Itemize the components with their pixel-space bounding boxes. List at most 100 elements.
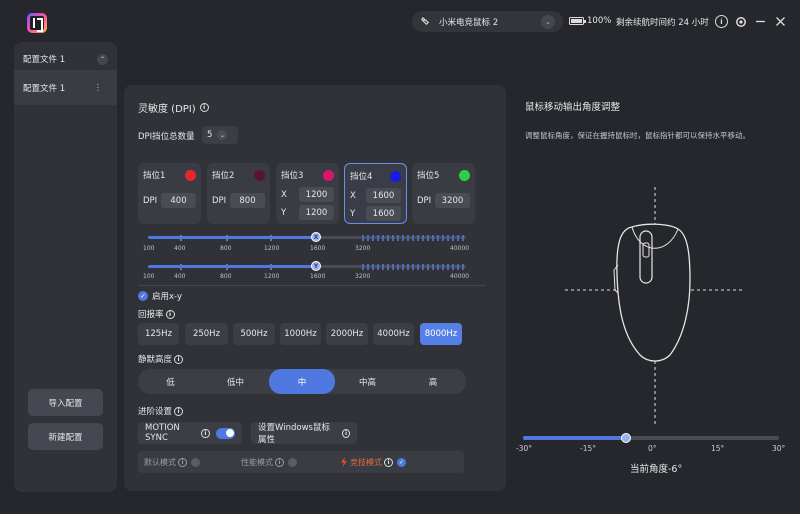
slider-tick (377, 263, 379, 270)
slider-tick (397, 234, 399, 241)
dpi-x-input[interactable]: 1600 (366, 188, 401, 203)
dpi-title-text: 灵敏度 (DPI) (138, 104, 196, 115)
dpi-y-input[interactable]: 1600 (366, 206, 401, 221)
y-tick-label: 400 (174, 273, 186, 280)
slider-tick (427, 263, 429, 270)
more-options-icon[interactable]: ⋮ (94, 83, 103, 93)
sidebar-item-profile-1[interactable]: 配置文件 1 ⋮ (14, 70, 117, 105)
rate-option-125[interactable]: 125Hz (138, 323, 179, 345)
new-profile-button[interactable]: 新建配置 (28, 423, 103, 450)
remaining-time: 剩余续航时间约 24 小时 (616, 18, 709, 28)
chevron-up-icon[interactable]: ⌃ (97, 53, 108, 65)
info-icon[interactable]: i (342, 428, 350, 438)
mouse-tag-icon (421, 16, 430, 26)
dpi-slot-3[interactable]: 挡位3 X 1200 Y 1200 (276, 163, 339, 224)
slider-tick (427, 234, 429, 241)
info-icon[interactable]: i (174, 406, 184, 416)
mode-competitive[interactable]: 竞技模式 i ✓ (340, 451, 406, 473)
device-selector[interactable]: 小米电竞鼠标 2 ⌄ (412, 11, 563, 32)
slider-tick (442, 234, 444, 241)
lod-label-text: 静默高度 (138, 355, 173, 365)
settings-icon[interactable] (734, 15, 747, 28)
slot-color-swatch[interactable] (459, 169, 470, 181)
polling-rate-label-text: 回报率 (138, 310, 164, 320)
rate-option-250[interactable]: 250Hz (185, 323, 228, 345)
dpi-slot-5[interactable]: 挡位5 DPI 3200 (412, 163, 475, 224)
divider (138, 285, 486, 286)
slot-color-swatch[interactable] (185, 169, 196, 181)
rate-option-1000[interactable]: 1000Hz (280, 323, 321, 345)
mode-label: 默认模式 (144, 457, 176, 467)
slider-tick (412, 234, 414, 241)
slider-tick (392, 263, 394, 270)
slider-tick (367, 263, 369, 270)
y-tick-label: 800 (220, 273, 232, 280)
battery-percent: 100% (587, 16, 612, 26)
motion-sync-toggle[interactable] (215, 427, 235, 439)
slider-tick (397, 263, 399, 270)
lod-option-mid[interactable]: 中 (269, 369, 335, 394)
dpi-value-input[interactable]: 400 (161, 193, 196, 208)
info-icon[interactable]: i (715, 15, 728, 28)
rate-option-8000[interactable]: 8000Hz (420, 323, 462, 345)
rate-option-4000[interactable]: 4000Hz (373, 323, 414, 345)
info-icon[interactable]: i (174, 354, 184, 364)
lod-option-low[interactable]: 低 (138, 369, 203, 394)
slider-tick (417, 263, 419, 270)
info-icon[interactable]: i (201, 428, 210, 438)
slider-tick (447, 234, 449, 241)
slider-tick (442, 263, 444, 270)
slider-tick (462, 263, 464, 270)
info-icon[interactable]: i (384, 457, 393, 467)
dpi-value-input[interactable]: 800 (230, 193, 265, 208)
windows-mouse-settings-button[interactable]: 设置Windows鼠标属性 i (251, 422, 357, 445)
dpi-slot-1[interactable]: 挡位1 DPI 400 (138, 163, 201, 224)
info-icon[interactable]: i (165, 309, 175, 319)
dpi-slot-4[interactable]: 挡位4 X 1600 Y 1600 (344, 163, 407, 224)
dpi-y-slider-knob[interactable]: Y (311, 261, 321, 271)
x-tick-label: 3200 (355, 245, 371, 252)
angle-slider-knob[interactable] (621, 433, 631, 443)
dpi-y-input[interactable]: 1200 (299, 205, 334, 220)
close-icon[interactable] (774, 15, 787, 28)
advanced-label: 进阶设置 i (138, 405, 184, 417)
dpi-slot-2[interactable]: 挡位2 DPI 800 (207, 163, 270, 224)
mode-label: 竞技模式 (350, 457, 382, 467)
slider-tick (437, 234, 439, 241)
info-icon[interactable]: i (199, 103, 209, 112)
check-icon: ✓ (138, 291, 148, 301)
minimize-icon[interactable] (754, 15, 767, 28)
mode-performance[interactable]: 性能模式 i (241, 451, 297, 473)
enable-xy-checkbox[interactable]: ✓ 启用x-y (138, 290, 182, 302)
slot-color-swatch[interactable] (323, 169, 334, 181)
dpi-x-slider-knob[interactable]: X (311, 232, 321, 242)
import-profile-button[interactable]: 导入配置 (28, 389, 103, 416)
slider-tick (270, 234, 272, 241)
slider-tick (422, 234, 424, 241)
info-icon[interactable]: i (275, 457, 284, 467)
slider-tick (447, 263, 449, 270)
y-tick-label: 3200 (355, 273, 371, 280)
dpi-value-input[interactable]: 3200 (435, 193, 470, 208)
mode-radio[interactable] (288, 457, 297, 467)
lod-option-mid-high[interactable]: 中高 (335, 369, 400, 394)
lod-option-high[interactable]: 高 (400, 369, 466, 394)
slot-color-swatch[interactable] (254, 169, 265, 181)
mode-default[interactable]: 默认模式 i (144, 451, 200, 473)
profile-group-header[interactable]: 配置文件 1 ⌃ (14, 50, 117, 68)
x-tick-label: 40000 (450, 245, 470, 252)
mode-radio[interactable] (191, 457, 200, 467)
slider-tick (226, 234, 228, 241)
info-icon[interactable]: i (178, 457, 187, 467)
lod-option-low-mid[interactable]: 低中 (203, 369, 268, 394)
slider-tick (180, 234, 182, 241)
slot-color-swatch[interactable] (390, 170, 401, 182)
rate-option-2000[interactable]: 2000Hz (326, 323, 368, 345)
slider-tick (422, 263, 424, 270)
dpi-x-input[interactable]: 1200 (299, 187, 334, 202)
slot-label: 挡位3 (281, 171, 304, 181)
lod-segmented-control: 低 低中 中 中高 高 (138, 369, 466, 394)
mode-radio-checked[interactable]: ✓ (397, 457, 406, 467)
rate-option-500[interactable]: 500Hz (233, 323, 275, 345)
dpi-count-select[interactable]: 5 ⌄ (202, 126, 238, 144)
